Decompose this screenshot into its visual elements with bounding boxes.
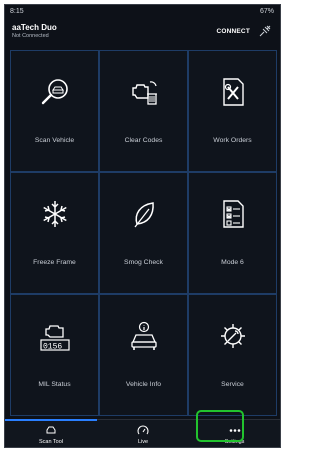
status-battery: 67% (259, 8, 274, 15)
svg-text:0156: 0156 (43, 342, 62, 351)
engine-counter-icon: 0156 (39, 325, 70, 351)
tile-label: Freeze Frame (33, 259, 76, 267)
device-screen: 8:15 67% aaTech Duo Not Connected CONNEC… (4, 4, 281, 448)
tile-label: Scan Vehicle (34, 137, 75, 145)
tile-freeze-frame[interactable]: Freeze Frame (10, 172, 99, 294)
tile-label: Vehicle Info (125, 381, 162, 389)
tile-scan-vehicle[interactable]: Scan Vehicle (10, 50, 99, 172)
tile-mode-6[interactable]: Mode 6 (188, 172, 277, 294)
car-scan-icon (46, 426, 56, 434)
engine-trash-icon (131, 81, 157, 105)
tile-label: MIL Status (38, 381, 71, 389)
connect-button[interactable]: CONNECT (216, 28, 250, 35)
tab-label: Scan Tool (38, 439, 64, 445)
snowflake-icon (42, 200, 67, 227)
tile-label: Work Orders (213, 137, 252, 145)
tile-clear-codes[interactable]: Clear Codes (99, 50, 188, 172)
app-header: aaTech Duo Not Connected CONNECT (5, 19, 280, 49)
tab-label: Live (137, 439, 149, 445)
leaf-icon (133, 201, 154, 228)
magnifier-car-icon (41, 78, 68, 104)
tile-label: Smog Check (124, 259, 163, 267)
tile-vehicle-info[interactable]: Vehicle Info (99, 294, 188, 416)
wrench-screwdriver-doc-icon (222, 78, 244, 106)
checklist-icon (222, 200, 244, 228)
tab-live[interactable]: Live (97, 420, 189, 447)
plug-icon[interactable] (258, 24, 272, 38)
connection-status: Not Connected (12, 33, 49, 39)
tile-label: Mode 6 (221, 259, 244, 267)
settings-highlight-box (196, 410, 244, 442)
status-time: 8:15 (10, 8, 24, 15)
tile-service[interactable]: Service (188, 294, 277, 416)
tile-smog-check[interactable]: Smog Check (99, 172, 188, 294)
gauge-icon (137, 425, 149, 435)
gear-wrench-icon (220, 323, 245, 348)
car-info-icon (130, 321, 157, 350)
tile-label: Service (221, 381, 244, 389)
feature-grid: Scan Vehicle Clear Codes Work Orders Fre… (10, 50, 277, 416)
status-bar: 8:15 67% (5, 5, 280, 19)
tab-scan-tool[interactable]: Scan Tool (5, 420, 97, 447)
app-name: aaTech Duo (12, 23, 57, 32)
tile-work-orders[interactable]: Work Orders (188, 50, 277, 172)
tile-mil-status[interactable]: 0156 MIL Status (10, 294, 99, 416)
tile-label: Clear Codes (124, 137, 163, 145)
